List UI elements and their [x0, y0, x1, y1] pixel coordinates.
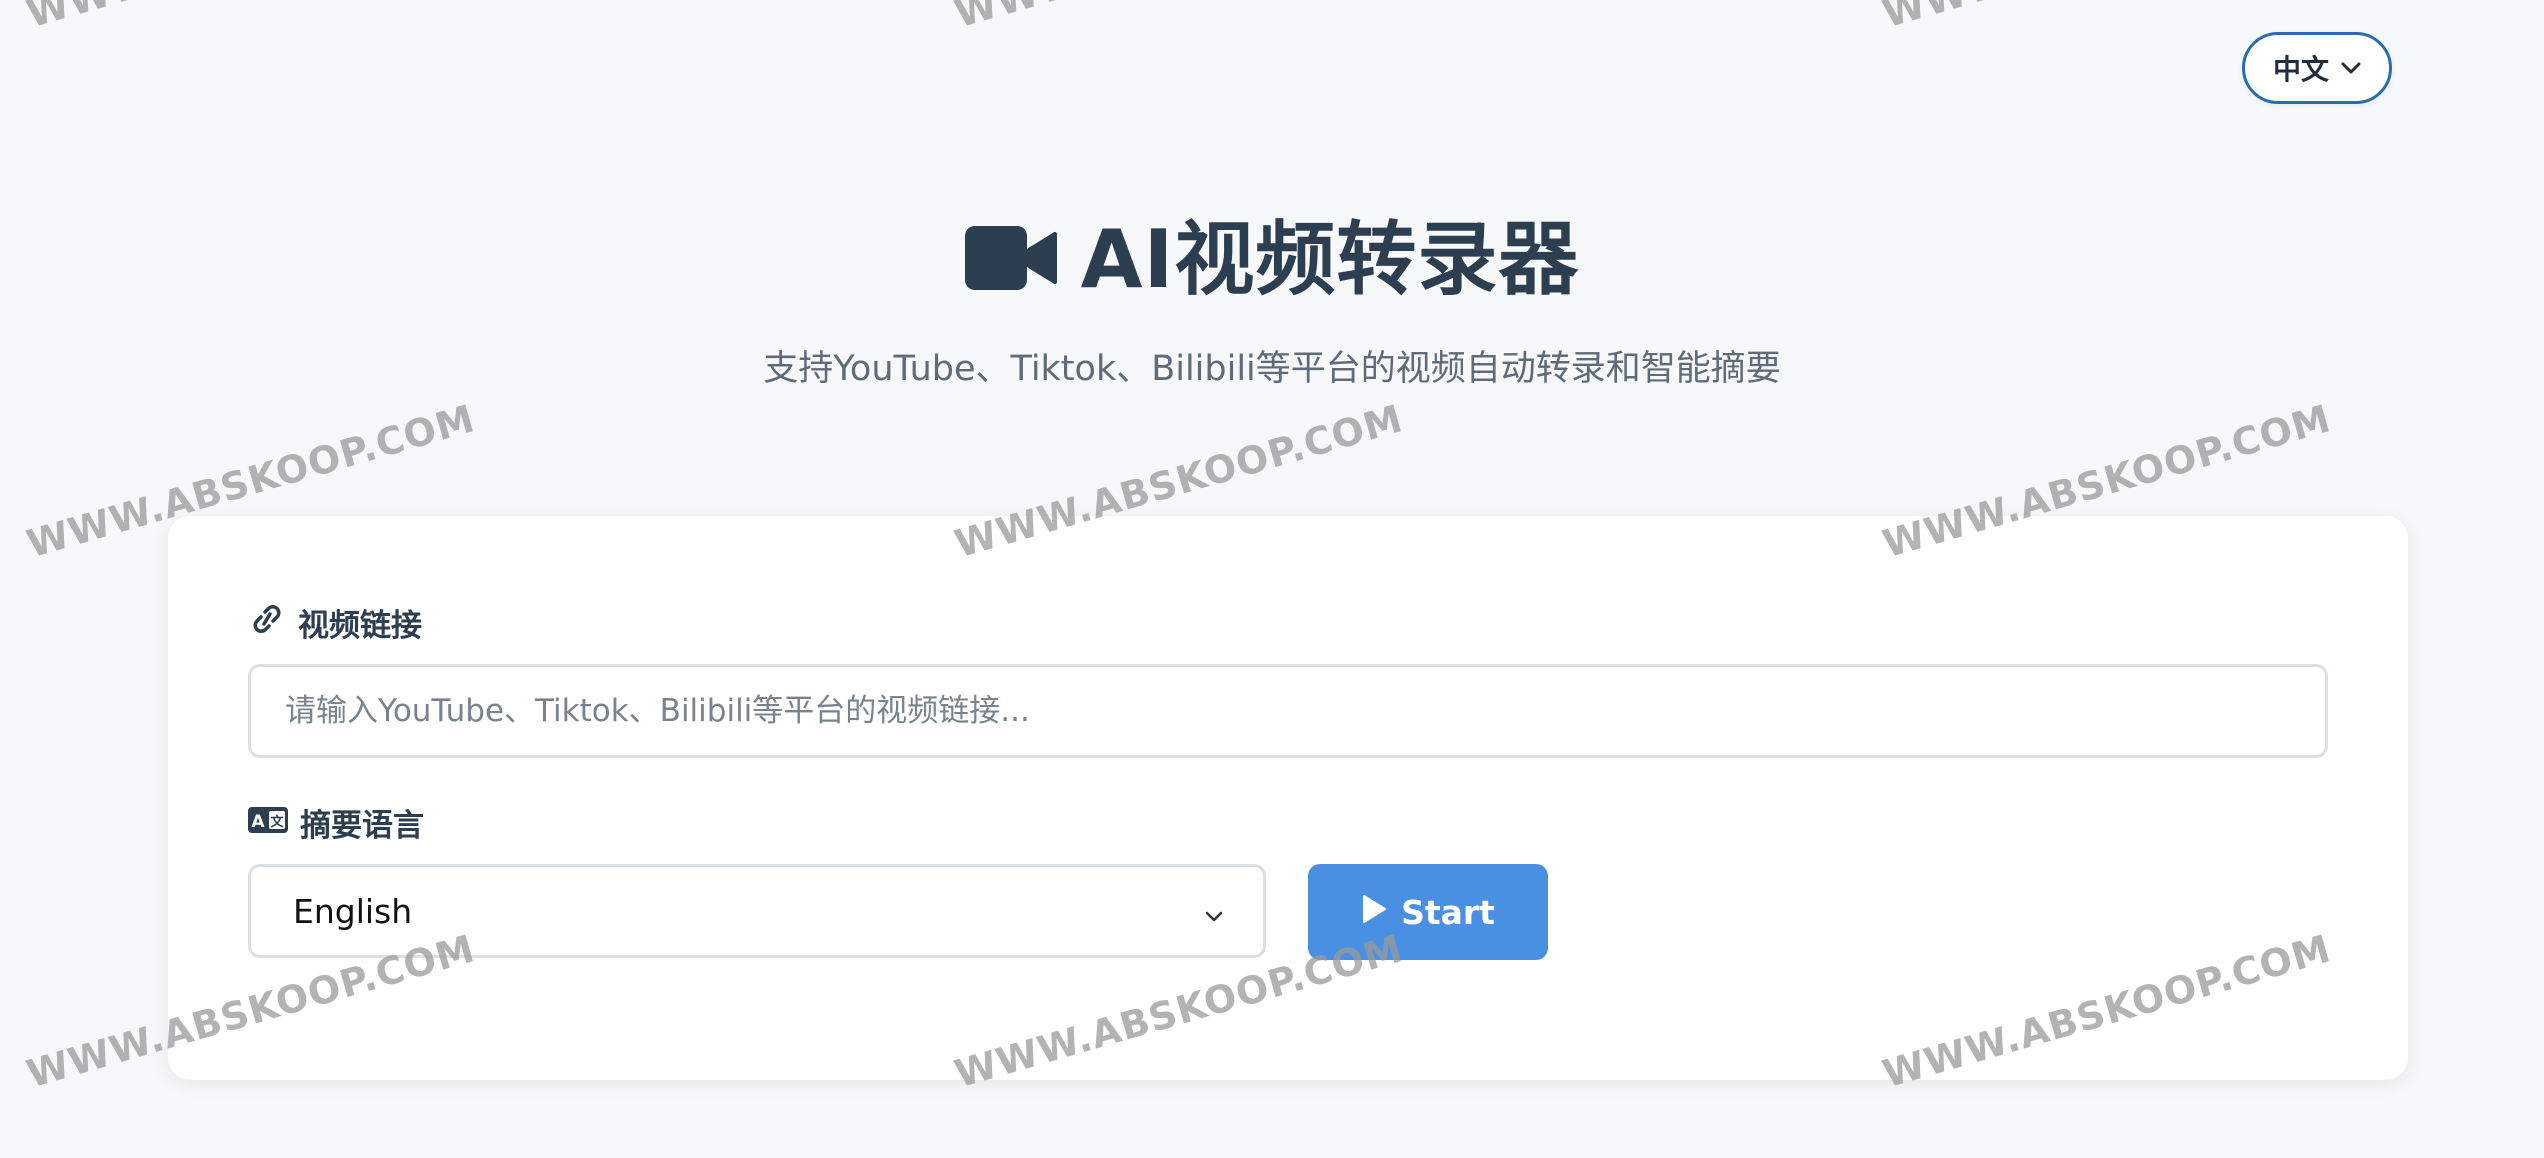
summary-language-label-text: 摘要语言: [300, 808, 424, 844]
chevron-down-icon: [2341, 61, 2361, 75]
video-link-label-text: 视频链接: [298, 608, 422, 644]
start-button-label: Start: [1401, 892, 1495, 932]
page-title-text: AI视频转录器: [1080, 213, 1580, 306]
watermark-text: WWW.ABSKOOP.COM: [22, 0, 480, 36]
svg-text:A: A: [251, 812, 265, 832]
video-link-input[interactable]: [248, 664, 2328, 758]
language-icon: A 文: [248, 805, 288, 841]
svg-text:文: 文: [270, 814, 284, 830]
summary-language-select[interactable]: English: [248, 864, 1266, 958]
link-icon: [248, 604, 286, 642]
language-switch-label: 中文: [2272, 53, 2329, 86]
page-subtitle: 支持YouTube、Tiktok、Bilibili等平台的视频自动转录和智能摘要: [763, 349, 1781, 389]
summary-language-selected: English: [293, 891, 413, 931]
chevron-down-icon: [1205, 892, 1223, 931]
transcribe-form-card: 视频链接 A 文 摘要语言 English Start: [168, 516, 2408, 1080]
start-button[interactable]: Start: [1308, 864, 1548, 960]
video-link-label: 视频链接: [248, 600, 422, 645]
play-icon: [1361, 893, 1387, 932]
watermark-text: WWW.ABSKOOP.COM: [1878, 0, 2336, 36]
page-title: AI视频转录器: [0, 210, 2544, 310]
watermark-text: WWW.ABSKOOP.COM: [950, 0, 1408, 36]
language-switch-button[interactable]: 中文: [2242, 32, 2392, 104]
video-camera-icon: [964, 224, 1057, 296]
summary-language-label: A 文 摘要语言: [248, 800, 424, 845]
